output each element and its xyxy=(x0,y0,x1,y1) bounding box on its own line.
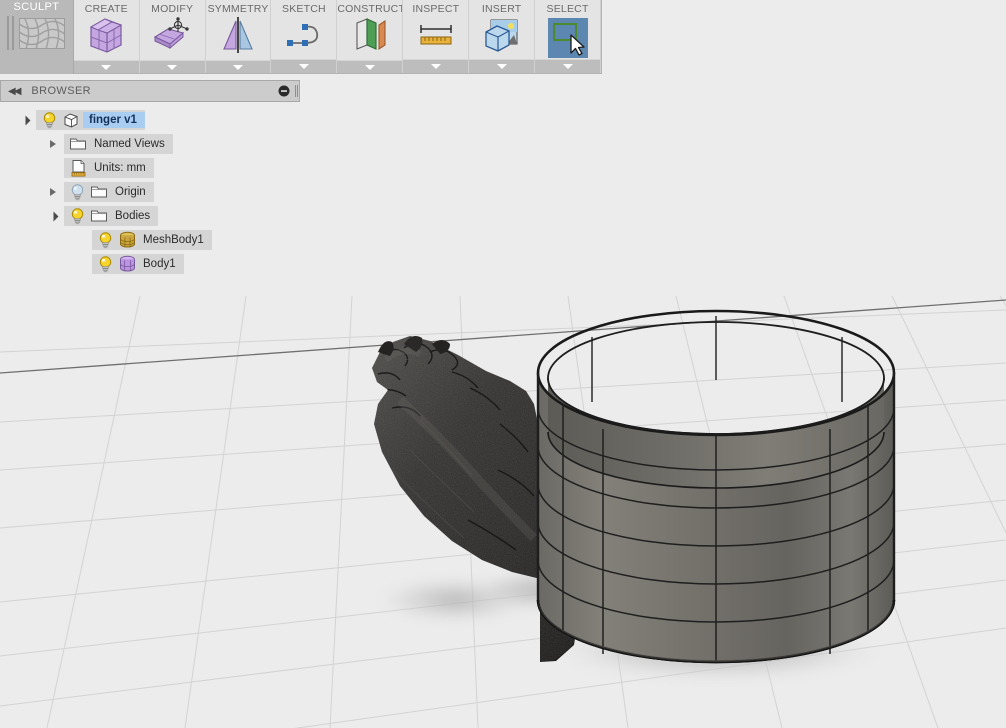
tab-sculpt[interactable]: SCULPT xyxy=(0,0,74,74)
toolbar-group-sketch-dropdown[interactable] xyxy=(271,59,337,73)
lightbulb-on-icon[interactable] xyxy=(67,206,87,226)
chevron-down-icon xyxy=(233,64,244,70)
units-ruler-icon xyxy=(68,158,88,178)
create-box-icon[interactable] xyxy=(85,15,127,60)
chevron-right-icon[interactable] xyxy=(46,140,60,148)
minus-circle-icon[interactable] xyxy=(278,85,290,97)
toolbar-group-select-label: SELECT xyxy=(546,3,589,15)
toolbar-group-select[interactable]: SELECT xyxy=(535,0,601,73)
browser-tree-item-chip[interactable]: finger v1 xyxy=(36,110,145,130)
browser-tree-item[interactable]: Origin xyxy=(0,180,300,204)
sketch-spline-icon[interactable] xyxy=(283,17,325,58)
browser-tree-item[interactable]: MeshBody1 xyxy=(0,228,300,252)
toolbar-group-insert-label: INSERT xyxy=(481,3,522,15)
toolbar-group-modify[interactable]: MODIFY xyxy=(139,0,206,73)
browser-title: BROWSER xyxy=(31,85,92,97)
browser-tree-item-label: Units: mm xyxy=(94,162,146,174)
mesh-surface-icon xyxy=(19,17,66,49)
browser-tree-item-label: Named Views xyxy=(94,138,165,150)
chevron-down-icon xyxy=(364,64,375,70)
double-left-arrow-icon[interactable]: ◀◀ xyxy=(8,86,21,97)
symmetry-mirror-icon[interactable] xyxy=(218,15,258,60)
toolbar-group-insert[interactable]: INSERT xyxy=(469,0,536,73)
document-cube-icon xyxy=(61,110,81,130)
toolbar-group-create[interactable]: CREATE xyxy=(73,0,140,73)
browser-tree-item-label: Body1 xyxy=(143,258,176,270)
toolbar-group-select-dropdown[interactable] xyxy=(535,59,600,73)
chevron-right-icon[interactable] xyxy=(46,188,60,196)
browser-tree-item-chip[interactable]: Bodies xyxy=(64,206,159,226)
toolbar-group-create-dropdown[interactable] xyxy=(73,60,139,73)
browser-tree-item[interactable]: Bodies xyxy=(0,204,300,228)
browser-tree-item[interactable]: Body1 xyxy=(0,252,300,276)
toolbar-group-symmetry-dropdown[interactable] xyxy=(205,60,271,73)
construct-plane-icon[interactable] xyxy=(349,15,391,60)
toolbar-group-inspect[interactable]: INSPECT xyxy=(403,0,470,73)
modify-form-icon[interactable] xyxy=(150,15,194,60)
inspect-measure-icon[interactable] xyxy=(416,19,456,56)
chevron-down-icon xyxy=(562,64,573,69)
insert-image-icon[interactable] xyxy=(481,16,523,59)
mesh-body-icon xyxy=(117,230,137,250)
folder-icon xyxy=(68,134,88,154)
toolbar-group-symmetry-label: SYMMETRY xyxy=(207,3,269,15)
browser-tree-item-label: Origin xyxy=(115,186,146,198)
browser-tree-item[interactable]: Named Views xyxy=(0,132,300,156)
browser-tree-item-chip[interactable]: Units: mm xyxy=(64,158,154,178)
chevron-down-icon xyxy=(430,64,441,69)
fusion360-window: SCULPT CREATE MODIFY SYMMETRY SKETCH CON… xyxy=(0,0,1006,728)
toolbar-group-create-label: CREATE xyxy=(84,3,128,15)
chevron-down-icon xyxy=(496,64,507,69)
sculpt-toolbar: SCULPT CREATE MODIFY SYMMETRY SKETCH CON… xyxy=(0,0,602,74)
chevron-down-icon xyxy=(298,64,309,69)
browser-tree: finger v1 Named Views Units: mm Origin B… xyxy=(0,102,300,276)
chevron-down-icon[interactable] xyxy=(46,211,60,221)
folder-icon xyxy=(89,182,109,202)
toolbar-group-modify-label: MODIFY xyxy=(151,3,194,15)
tab-sculpt-label: SCULPT xyxy=(13,1,60,13)
select-window-icon[interactable] xyxy=(547,17,588,58)
toolbar-group-sketch-label: SKETCH xyxy=(282,3,326,15)
toolbar-group-insert-dropdown[interactable] xyxy=(469,59,535,73)
browser-tree-item-chip[interactable]: Origin xyxy=(64,182,154,202)
browser-header: ◀◀ BROWSER xyxy=(0,80,300,102)
browser-tree-item-chip[interactable]: Named Views xyxy=(64,134,173,154)
browser-panel: ◀◀ BROWSER finger v1 Named Views Units: … xyxy=(0,80,300,276)
lightbulb-off-icon[interactable] xyxy=(67,182,87,202)
chevron-down-icon xyxy=(101,64,112,70)
toolbar-group-symmetry[interactable]: SYMMETRY xyxy=(205,0,272,73)
browser-tree-item-label: Bodies xyxy=(115,210,151,222)
solid-body-icon xyxy=(117,254,137,274)
panel-resize-grip[interactable] xyxy=(295,85,296,97)
toolbar-group-construct-dropdown[interactable] xyxy=(337,60,403,73)
browser-tree-item-label: finger v1 xyxy=(83,112,145,128)
toolbar-group-inspect-label: INSPECT xyxy=(412,3,460,15)
folder-icon xyxy=(89,206,109,226)
toolbar-group-construct[interactable]: CONSTRUCT xyxy=(337,0,404,73)
toolbar-group-sketch[interactable]: SKETCH xyxy=(271,0,338,73)
browser-tree-item-label: MeshBody1 xyxy=(143,234,204,246)
lightbulb-on-icon[interactable] xyxy=(39,110,59,130)
toolbar-drag-handle[interactable] xyxy=(7,16,10,50)
chevron-down-icon xyxy=(167,64,178,70)
browser-tree-item[interactable]: finger v1 xyxy=(0,108,300,132)
toolbar-drag-handle-2[interactable] xyxy=(12,16,15,50)
toolbar-group-construct-label: CONSTRUCT xyxy=(337,3,403,15)
chevron-down-icon[interactable] xyxy=(18,115,32,125)
lightbulb-on-icon[interactable] xyxy=(95,254,115,274)
browser-tree-item-chip[interactable]: MeshBody1 xyxy=(92,230,212,250)
lightbulb-on-icon[interactable] xyxy=(95,230,115,250)
browser-tree-item-chip[interactable]: Body1 xyxy=(92,254,184,274)
toolbar-group-modify-dropdown[interactable] xyxy=(139,60,205,73)
browser-tree-item[interactable]: Units: mm xyxy=(0,156,300,180)
toolbar-group-inspect-dropdown[interactable] xyxy=(403,59,469,73)
